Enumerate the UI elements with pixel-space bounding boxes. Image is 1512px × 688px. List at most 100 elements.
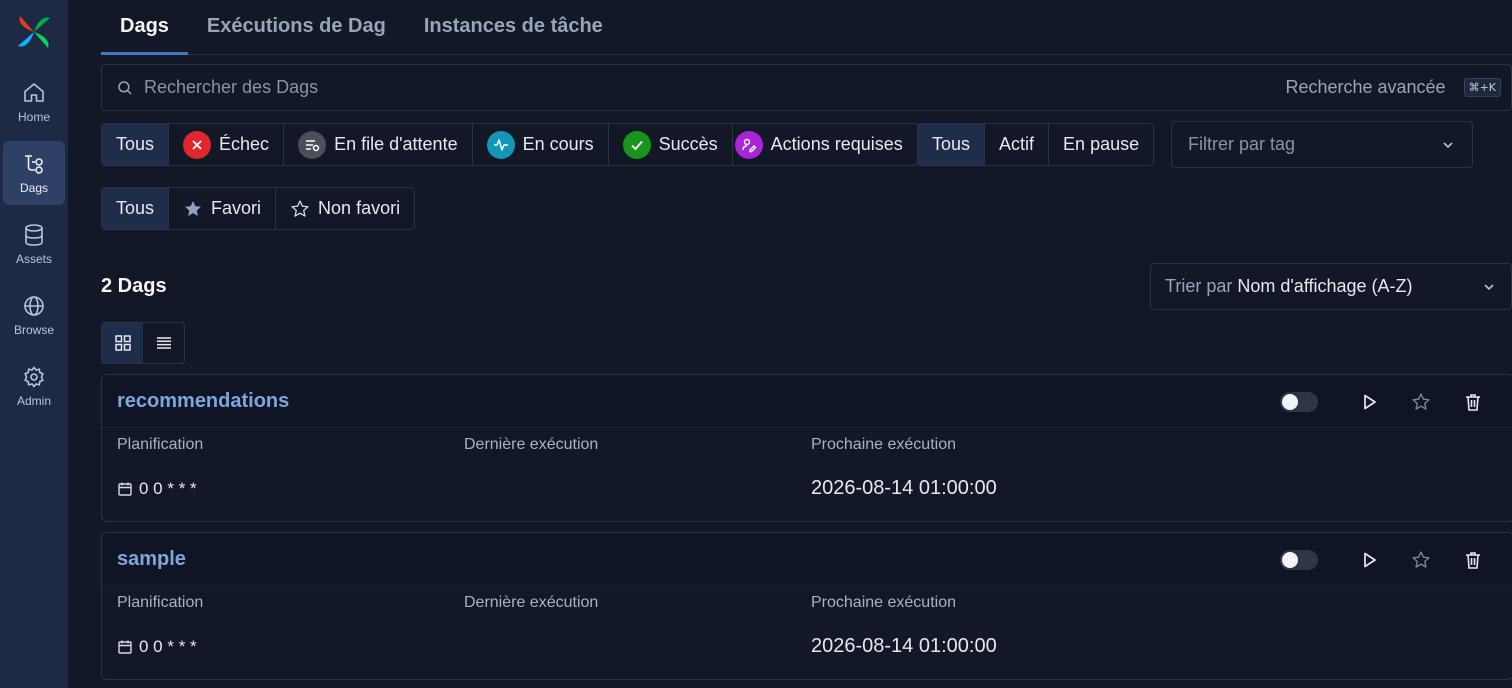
queued-status-dot — [298, 130, 327, 159]
chevron-down-icon — [1484, 283, 1494, 290]
next-run-value: 2026-08-14 01:00:00 — [811, 635, 997, 657]
airflow-logo-icon[interactable] — [14, 12, 54, 52]
sort-select[interactable]: Trier par Nom d'affichage (A-Z) — [1150, 263, 1512, 310]
state-filter-failed-label: Échec — [219, 134, 270, 154]
search-bar: Recherche avancée ⌘+K — [101, 64, 1512, 111]
trigger-dag-button[interactable] — [1343, 392, 1395, 412]
check-icon — [631, 140, 643, 150]
dag-card-header: recommendations — [102, 375, 1512, 428]
chevron-down-icon — [1443, 141, 1453, 148]
dag-card: recommendations Planification Dernière e… — [101, 374, 1512, 522]
state-filter-group: Tous Échec En file d'attente En cours Su… — [101, 123, 918, 166]
state-filter-actions-label: Actions requises — [770, 134, 903, 154]
dag-name-link[interactable]: sample — [117, 548, 186, 571]
fav-filter-nonfavorite[interactable]: Non favori — [276, 188, 414, 229]
sort-value: Nom d'affichage (A-Z) — [1237, 276, 1413, 296]
shortcut-badge: ⌘+K — [1463, 78, 1501, 97]
schedule-label: Planification — [117, 594, 204, 611]
nav-admin[interactable]: Admin — [3, 354, 65, 418]
next-run-label: Prochaine exécution — [811, 594, 956, 611]
sidebar: Home Dags Assets Browse Admin — [0, 0, 68, 688]
tag-filter-select[interactable]: Filtrer par tag — [1171, 121, 1473, 168]
user-edit-icon — [741, 138, 757, 152]
nav-dags-label: Dags — [19, 180, 48, 195]
pause-toggle[interactable] — [1280, 391, 1318, 412]
fav-filter-favorite-label: Favori — [211, 198, 262, 218]
nav-browse-label: Browse — [13, 322, 54, 337]
tab-task-instances[interactable]: Instances de tâche — [405, 0, 622, 54]
star-outline-icon — [291, 199, 309, 217]
search-input[interactable] — [144, 77, 1286, 98]
state-filter-running-label: En cours — [522, 134, 594, 154]
favorite-button[interactable] — [1395, 392, 1447, 412]
actions-status-dot — [734, 130, 763, 159]
dag-card: sample Planification Dernière exécution … — [101, 532, 1512, 680]
active-filter-group: Tous Actif En pause — [917, 123, 1155, 166]
active-filter-active[interactable]: Actif — [985, 124, 1050, 165]
dag-actions — [1280, 375, 1499, 428]
home-icon — [24, 82, 44, 102]
state-filter-running[interactable]: En cours — [473, 124, 609, 165]
next-run-label: Prochaine exécution — [811, 436, 956, 453]
fav-filter-favorite[interactable]: Favori — [169, 188, 277, 229]
nav-assets-label: Assets — [15, 251, 52, 266]
dag-name-link[interactable]: recommendations — [117, 390, 289, 413]
delete-dag-button[interactable] — [1447, 550, 1499, 570]
gear-icon — [24, 365, 44, 388]
schedule-cron: 0 0 * * * — [139, 637, 197, 656]
active-filter-paused[interactable]: En pause — [1049, 124, 1153, 165]
dags-icon — [25, 154, 43, 174]
fav-filter-all-label: Tous — [116, 198, 155, 218]
sort-text: Trier par Nom d'affichage (A-Z) — [1165, 276, 1413, 297]
grid-view-button[interactable] — [102, 323, 143, 363]
play-icon — [1364, 552, 1376, 567]
schedule-value: 0 0 * * * — [117, 637, 197, 657]
schedule-label: Planification — [117, 436, 204, 453]
advanced-search-link[interactable]: Recherche avancée — [1285, 77, 1445, 98]
tag-filter-placeholder: Filtrer par tag — [1188, 134, 1296, 154]
success-status-dot — [622, 130, 651, 159]
star-filled-icon — [185, 200, 201, 216]
fav-filter-nonfavorite-label: Non favori — [318, 198, 401, 218]
trigger-dag-button[interactable] — [1343, 550, 1395, 570]
calendar-icon — [118, 640, 132, 654]
running-status-dot — [486, 130, 515, 159]
list-icon — [156, 337, 171, 349]
star-outline-icon — [1412, 392, 1430, 410]
state-filter-queued-label: En file d'attente — [334, 134, 458, 154]
tab-dags[interactable]: Dags — [101, 0, 188, 55]
nav-home[interactable]: Home — [3, 70, 65, 134]
view-toggle — [101, 322, 185, 364]
state-filter-queued[interactable]: En file d'attente — [284, 124, 473, 165]
active-filter-all[interactable]: Tous — [918, 124, 986, 165]
schedule-cron: 0 0 * * * — [139, 479, 197, 498]
calendar-icon — [118, 482, 132, 496]
nav-admin-label: Admin — [16, 393, 51, 408]
failed-status-dot — [183, 130, 212, 159]
nav-assets[interactable]: Assets — [3, 212, 65, 276]
nav-dags[interactable]: Dags — [3, 141, 65, 205]
nav-browse[interactable]: Browse — [3, 283, 65, 347]
favorite-button[interactable] — [1395, 550, 1447, 570]
database-icon — [25, 223, 43, 246]
state-filter-failed[interactable]: Échec — [169, 124, 285, 165]
delete-dag-button[interactable] — [1447, 392, 1499, 412]
last-run-label: Dernière exécution — [464, 436, 599, 453]
trash-icon — [1466, 393, 1480, 411]
globe-icon — [24, 295, 44, 316]
state-filter-success[interactable]: Succès — [609, 124, 733, 165]
state-filter-all[interactable]: Tous — [102, 124, 170, 165]
trash-icon — [1466, 551, 1480, 569]
pause-toggle[interactable] — [1280, 549, 1318, 570]
tab-dag-runs[interactable]: Exécutions de Dag — [188, 0, 405, 54]
grid-icon — [114, 335, 131, 351]
sort-label: Trier par — [1165, 276, 1233, 296]
x-icon — [192, 139, 202, 150]
fav-filter-all[interactable]: Tous — [102, 188, 170, 229]
tab-bar: Dags Exécutions de Dag Instances de tâch… — [101, 0, 1512, 55]
favorite-filter-group: Tous Favori Non favori — [101, 187, 416, 230]
queue-list-icon — [306, 139, 320, 151]
list-view-button[interactable] — [143, 323, 184, 363]
state-filter-actions[interactable]: Actions requises — [733, 124, 917, 165]
schedule-value: 0 0 * * * — [117, 479, 197, 499]
